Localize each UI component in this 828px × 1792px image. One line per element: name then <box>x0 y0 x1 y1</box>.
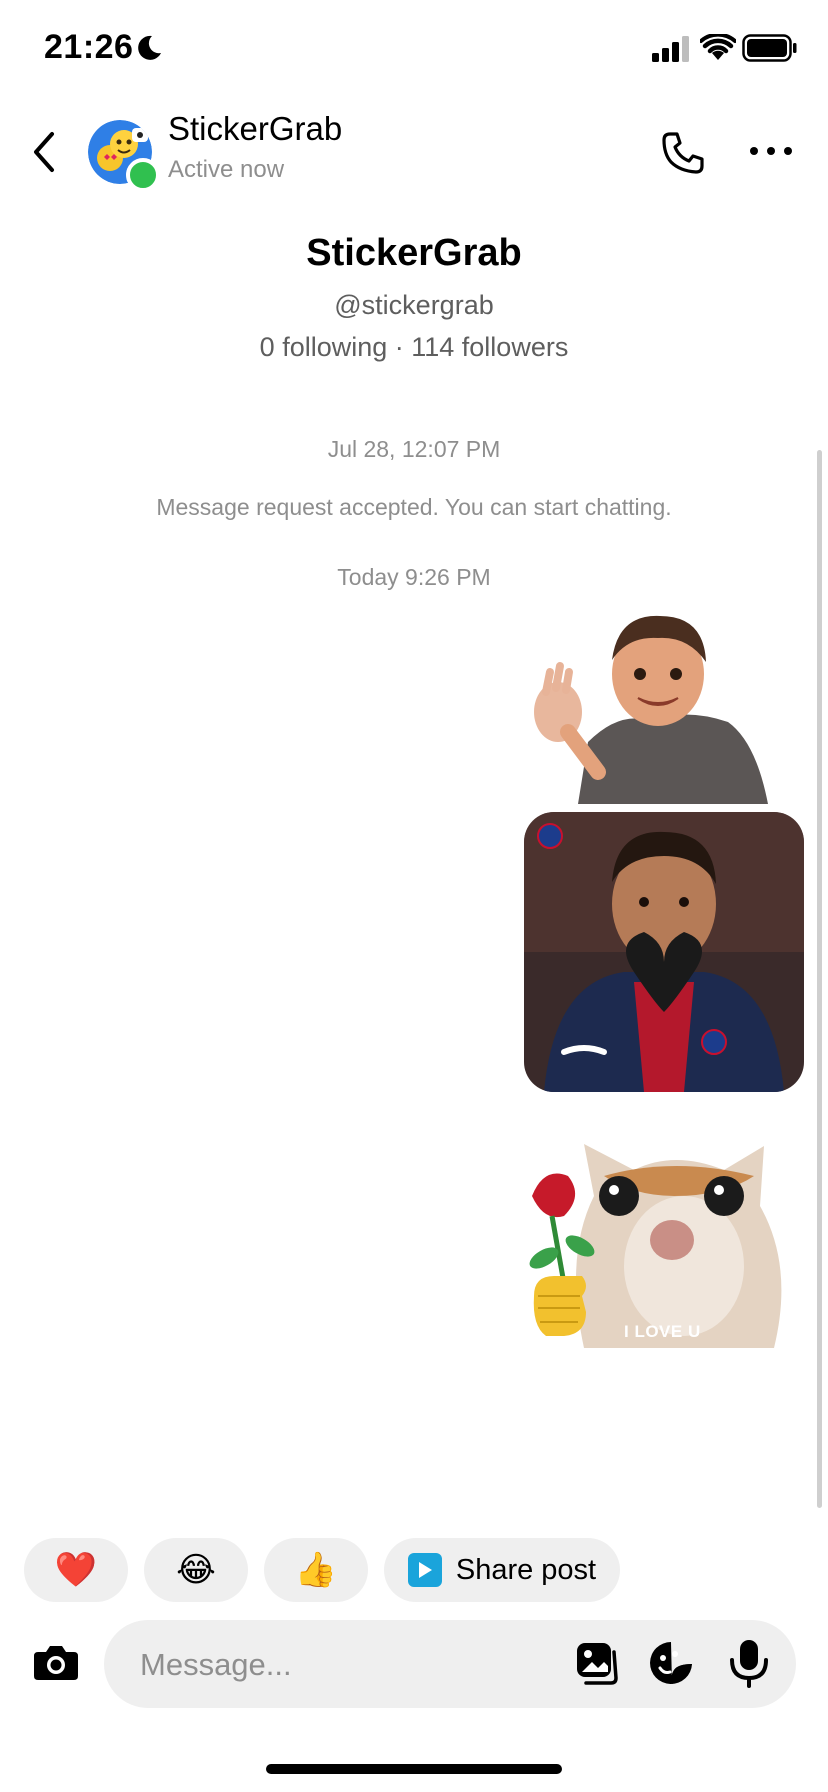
laughing-emoji-icon: 😂 <box>176 1551 216 1589</box>
status-time: 21:26 <box>44 28 134 66</box>
battery-icon <box>742 34 797 62</box>
signal-icon <box>652 36 689 62</box>
microphone-icon[interactable] <box>726 1638 772 1688</box>
sticker-caption: I LOVE U <box>624 1322 701 1341</box>
waving-kid-sticker[interactable] <box>528 612 782 804</box>
camera-button[interactable] <box>28 1634 84 1690</box>
quick-reply-thumbs-up[interactable]: 👍 <box>264 1538 368 1602</box>
thumbs-up-emoji-icon: 👍 <box>294 1551 338 1589</box>
share-post-button[interactable]: Share post <box>384 1538 620 1602</box>
timestamp: Jul 28, 12:07 PM <box>327 436 501 462</box>
more-horizontal-icon[interactable] <box>748 144 794 158</box>
profile-handle: @stickergrab <box>334 290 494 320</box>
back-button[interactable] <box>26 128 62 176</box>
share-post-label: Share post <box>455 1553 597 1586</box>
play-icon <box>407 1553 442 1587</box>
cat-with-rose-sticker[interactable] <box>524 1136 804 1348</box>
gallery-icon[interactable] <box>574 1640 620 1686</box>
phone-icon[interactable] <box>660 130 706 176</box>
scrollbar[interactable] <box>817 450 822 1508</box>
heart-hands-player-sticker[interactable] <box>524 812 804 1092</box>
online-indicator <box>126 158 160 192</box>
active-status: Active now <box>168 156 285 183</box>
camera-icon <box>34 1646 78 1680</box>
moon-icon <box>138 35 161 60</box>
contact-name[interactable]: StickerGrab <box>168 110 342 148</box>
profile-stats: 0 following · 114 followers <box>259 332 569 362</box>
quick-reply-laugh[interactable]: 😂 <box>144 1538 248 1602</box>
timestamp: Today 9:26 PM <box>337 564 491 590</box>
system-message: Message request accepted. You can start … <box>156 494 672 520</box>
heart-emoji-icon: ❤️ <box>54 1551 98 1589</box>
quick-reply-heart[interactable]: ❤️ <box>24 1538 128 1602</box>
sticker-icon[interactable] <box>648 1640 694 1686</box>
profile-name: StickerGrab <box>306 232 522 274</box>
message-input[interactable] <box>138 1642 542 1688</box>
wifi-icon <box>700 34 736 60</box>
home-indicator[interactable] <box>266 1764 562 1774</box>
